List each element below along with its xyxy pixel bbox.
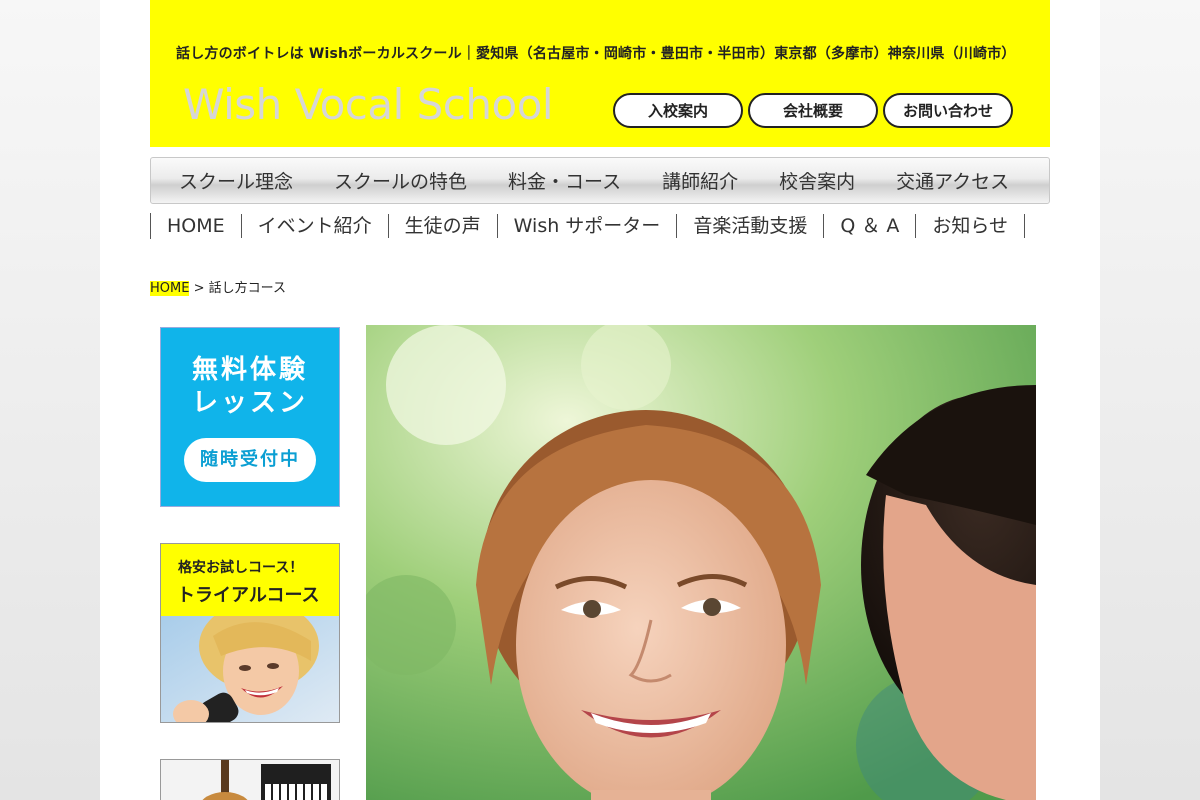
company-overview-button[interactable]: 会社概要 [748, 93, 878, 128]
free-trial-title: 無料体験 レッスン [161, 354, 339, 420]
trial-course-header: 格安お試しコース！ トライアルコース [161, 544, 339, 616]
breadcrumb-current: 話し方コース [208, 281, 286, 296]
nav-item-campus[interactable]: 校舎案内 [779, 167, 855, 194]
sub-nav: HOME イベント紹介 生徒の声 Wish サポーター 音楽活動支援 Q ＆ A… [150, 213, 1025, 239]
subnav-item-testimonials[interactable]: 生徒の声 [389, 214, 498, 238]
subnav-item-music-support[interactable]: 音楽活動支援 [677, 214, 825, 238]
nav-item-philosophy[interactable]: スクール理念 [179, 167, 293, 194]
nav-item-pricing[interactable]: 料金・コース [508, 167, 621, 194]
trial-course-line2: トライアルコース [177, 585, 320, 606]
site-logo[interactable]: Wish Vocal School [183, 80, 554, 129]
free-trial-banner[interactable]: 無料体験 レッスン 随時受付中 [160, 327, 340, 507]
breadcrumb: HOME > 話し方コース [150, 277, 286, 296]
hero-photo [366, 325, 1036, 800]
page: 話し方のボイトレは Wishボーカルスクール｜愛知県（名古屋市・岡崎市・豊田市・… [100, 0, 1100, 800]
site-header: 話し方のボイトレは Wishボーカルスクール｜愛知県（名古屋市・岡崎市・豊田市・… [150, 0, 1050, 147]
instruments-banner[interactable] [160, 759, 340, 800]
nav-item-features[interactable]: スクールの特色 [334, 167, 467, 194]
contact-button[interactable]: お問い合わせ [883, 93, 1013, 128]
trial-course-banner[interactable]: 格安お試しコース！ トライアルコース [160, 543, 340, 723]
subnav-item-events[interactable]: イベント紹介 [242, 214, 389, 238]
subnav-item-home[interactable]: HOME [151, 214, 242, 238]
trial-course-line1: 格安お試しコース！ [178, 560, 304, 576]
breadcrumb-home-link[interactable]: HOME [150, 281, 190, 296]
subnav-item-supporters[interactable]: Wish サポーター [498, 214, 678, 238]
free-trial-pill: 随時受付中 [184, 438, 316, 482]
subnav-item-faq[interactable]: Q ＆ A [824, 214, 917, 238]
subnav-item-news[interactable]: お知らせ [916, 214, 1025, 238]
nav-item-access[interactable]: 交通アクセス [896, 167, 1009, 194]
nav-item-instructors[interactable]: 講師紹介 [662, 167, 738, 194]
admission-info-button[interactable]: 入校案内 [613, 93, 743, 128]
instruments-photo [161, 760, 339, 800]
singer-photo [161, 616, 339, 722]
breadcrumb-separator: > [189, 281, 209, 296]
site-tagline: 話し方のボイトレは Wishボーカルスクール｜愛知県（名古屋市・岡崎市・豊田市・… [176, 46, 1016, 62]
main-nav: スクール理念 スクールの特色 料金・コース 講師紹介 校舎案内 交通アクセス [150, 157, 1050, 204]
free-trial-line2: レッスン [191, 388, 308, 418]
free-trial-line1: 無料体験 [191, 355, 308, 385]
